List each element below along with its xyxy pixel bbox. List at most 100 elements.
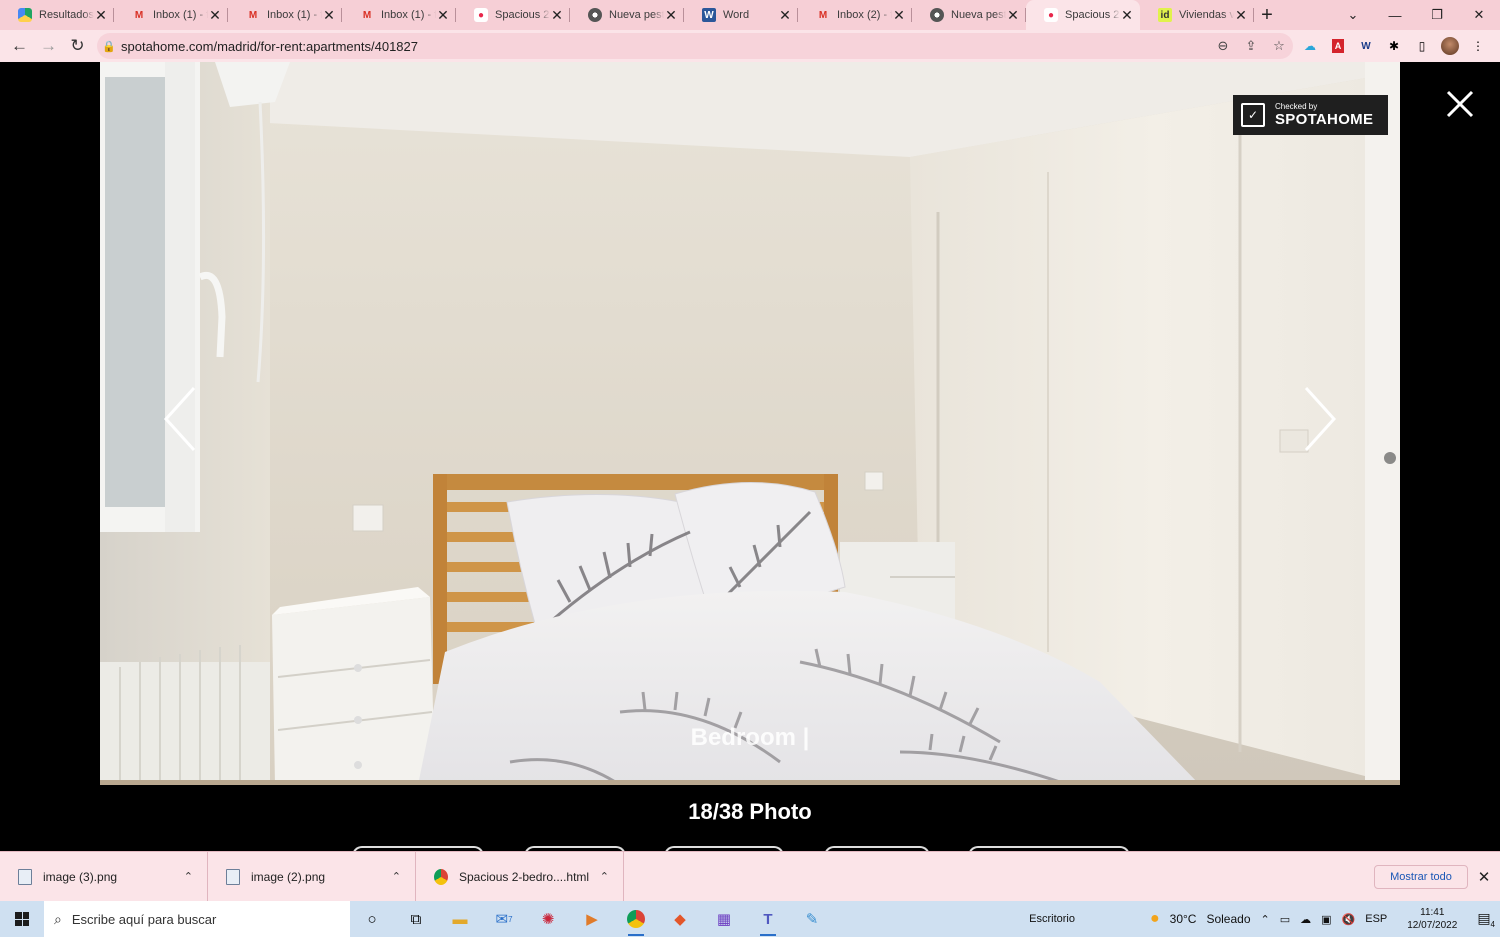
close-icon[interactable]: ✕ [94,7,108,24]
google-drive-icon [18,8,32,22]
chrome-taskbar-icon[interactable] [614,901,658,937]
tab-inbox-2[interactable]: M Inbox (1) - f ✕ [228,0,342,30]
download-item[interactable]: image (2).png ⌃ [208,851,416,902]
close-icon[interactable]: ✕ [778,7,792,24]
onedrive-icon[interactable]: ☁ [1295,913,1316,926]
close-icon[interactable]: ✕ [892,7,906,24]
windows-taskbar: ⌕ Escribe aquí para buscar ○ ⧉ ▬ ✉ 7 ✺ ▶ … [0,901,1500,937]
tab-viviendas[interactable]: id Viviendas v ✕ [1140,0,1254,30]
search-icon: ⌕ [54,910,62,927]
tab-spacious-active[interactable]: ● Spacious 2- ✕ [1026,0,1140,30]
close-icon[interactable]: ✕ [664,7,678,24]
close-icon[interactable]: ✕ [322,7,336,24]
address-bar[interactable]: 🔒 spotahome.com/madrid/for-rent:apartmen… [97,33,1293,59]
new-tab-button[interactable]: + [1254,0,1280,30]
tab-inbox-1[interactable]: M Inbox (1) - f ✕ [114,0,228,30]
download-item[interactable]: image (3).png ⌃ [0,851,208,902]
office-icon[interactable]: ◆ [658,901,702,937]
notification-center-icon[interactable]: ▤4 [1472,910,1500,929]
window-controls: ⌄ — ❐ ✕ [1332,0,1500,30]
network-icon[interactable]: ▣ [1316,913,1336,926]
volume-muted-icon[interactable]: 🔇 [1337,913,1361,926]
close-icon[interactable]: ✕ [208,7,222,24]
zoom-icon[interactable]: ⊖ [1209,38,1237,54]
desktop-toolbar-label[interactable]: Escritorio [1024,913,1145,925]
media-player-icon[interactable]: ▶ [570,901,614,937]
bookmark-star-icon[interactable]: ☆ [1265,38,1293,54]
close-icon[interactable]: ✕ [1120,7,1134,24]
close-icon[interactable]: ✕ [436,7,450,24]
lock-icon[interactable]: 🔒 [97,40,121,53]
photo-caption: Bedroom | [690,724,810,751]
weather-condition[interactable]: Soleado [1201,912,1255,926]
tab-title: Inbox (1) - f [267,9,322,21]
chevron-up-icon[interactable]: ⌃ [184,870,193,883]
tab-spacious-1[interactable]: ● Spacious 2- ✕ [456,0,570,30]
language-indicator[interactable]: ESP [1360,913,1392,925]
meet-now-icon[interactable]: ▭ [1275,913,1295,926]
tab-nueva-2[interactable]: Nueva pest ✕ [912,0,1026,30]
wiki-extension-icon[interactable]: W [1352,32,1380,60]
tab-inbox-4[interactable]: M Inbox (2) - f ✕ [798,0,912,30]
teams-icon[interactable]: T [746,901,790,937]
tab-resultados[interactable]: Resultados ✕ [0,0,114,30]
acrobat-extension-icon[interactable]: A [1324,32,1352,60]
gallery-photo: ✓ Checked by SPOTAHOME Bedroom | [100,62,1400,785]
previous-photo-arrow-icon[interactable] [160,384,200,454]
mail-icon[interactable]: ✉ 7 [482,901,526,937]
clock-date: 12/07/2022 [1407,920,1458,931]
clock[interactable]: 11:41 12/07/2022 [1392,906,1472,932]
chevron-up-icon[interactable]: ⌃ [392,870,401,883]
weather-sun-icon[interactable]: ● [1145,910,1165,928]
spotahome-icon: ● [474,8,488,22]
menu-dots-icon[interactable]: ⋮ [1464,32,1492,60]
close-icon[interactable]: ✕ [550,7,564,24]
tray-chevron-up-icon[interactable]: ⌃ [1256,913,1275,926]
paint-icon[interactable]: ✎ [790,901,834,937]
tab-title: Inbox (2) - f [837,9,892,21]
tab-strip: Resultados ✕ M Inbox (1) - f ✕ M Inbox (… [0,0,1500,30]
close-icon[interactable]: ✕ [1006,7,1020,24]
checked-by-spotahome-badge: ✓ Checked by SPOTAHOME [1233,95,1388,135]
photos-app-icon[interactable]: ▦ [702,901,746,937]
extensions-puzzle-icon[interactable]: ✱ [1380,32,1408,60]
cloud-extension-icon[interactable]: ☁ [1296,32,1324,60]
back-icon[interactable]: ← [5,32,34,60]
tab-nueva-1[interactable]: Nueva pest ✕ [570,0,684,30]
restore-icon[interactable]: ❐ [1416,0,1458,30]
forward-icon[interactable]: → [34,32,63,60]
download-filename: image (2).png [251,869,326,884]
chevron-up-icon[interactable]: ⌃ [600,870,609,883]
close-downloads-icon[interactable]: ✕ [1474,865,1494,889]
idealista-icon: id [1158,8,1172,22]
next-photo-arrow-icon[interactable] [1300,384,1340,454]
tab-inbox-3[interactable]: M Inbox (1) - f ✕ [342,0,456,30]
side-panel-icon[interactable]: ▯ [1408,32,1436,60]
close-gallery-icon[interactable] [1440,84,1480,124]
weather-temperature[interactable]: 30°C [1165,912,1202,926]
cortana-icon[interactable]: ○ [350,901,394,937]
file-explorer-icon[interactable]: ▬ [438,901,482,937]
url-text[interactable]: spotahome.com/madrid/for-rent:apartments… [121,39,1209,54]
browser-toolbar: ← → ↻ 🔒 spotahome.com/madrid/for-rent:ap… [0,30,1500,62]
taskbar-search-box[interactable]: ⌕ Escribe aquí para buscar [44,901,350,937]
close-window-icon[interactable]: ✕ [1458,0,1500,30]
download-filename: Spacious 2-bedro....html [459,869,590,884]
chrome-file-icon [434,868,448,885]
close-icon[interactable]: ✕ [1234,7,1248,24]
start-button[interactable] [0,901,44,937]
tab-search-icon[interactable]: ⌄ [1332,0,1374,30]
downloads-bar: image (3).png ⌃ image (2).png ⌃ Spacious… [0,851,1500,902]
tab-title: Word [723,9,750,21]
download-item[interactable]: Spacious 2-bedro....html ⌃ [416,851,624,902]
minimize-icon[interactable]: — [1374,0,1416,30]
tab-word[interactable]: W Word ✕ [684,0,798,30]
show-all-downloads-button[interactable]: Mostrar todo [1374,865,1468,889]
task-view-icon[interactable]: ⧉ [394,901,438,937]
app-red-icon[interactable]: ✺ [526,901,570,937]
share-icon[interactable]: ⇪ [1237,38,1265,54]
reload-icon[interactable]: ↻ [63,32,92,60]
chrome-icon [588,8,602,22]
profile-avatar[interactable] [1441,37,1459,55]
photo-counter: 18/38 Photo [688,799,812,824]
